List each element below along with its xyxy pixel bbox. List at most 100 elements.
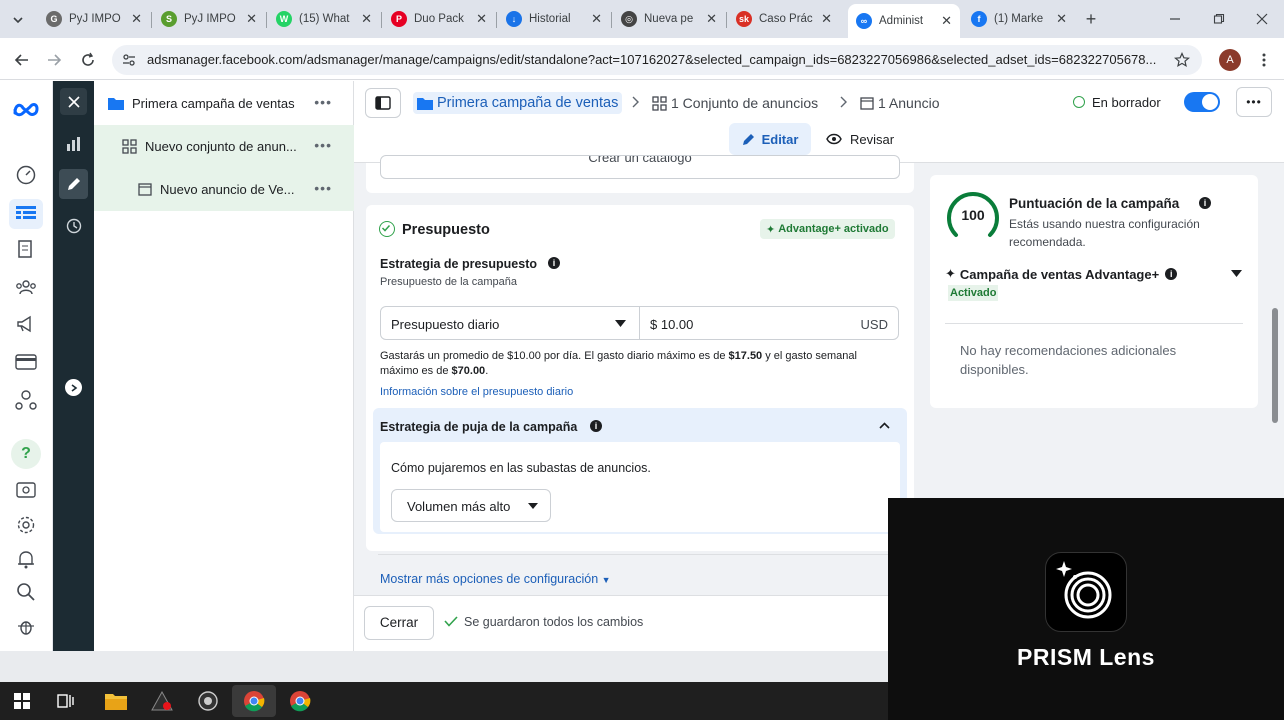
chrome-profile-taskbar-icon[interactable] <box>288 690 312 712</box>
report-bug-icon[interactable] <box>15 615 37 637</box>
breadcrumb-ad-label: 1 Anuncio <box>878 95 940 111</box>
task-view-icon[interactable] <box>56 691 76 711</box>
help-icon[interactable]: ? <box>11 439 41 469</box>
create-catalog-button[interactable]: Crear un catálogo <box>380 155 900 179</box>
tree-item-adset[interactable]: Nuevo conjunto de anun... ••• <box>94 125 354 168</box>
profile-avatar[interactable]: A <box>1219 49 1241 71</box>
browser-tab[interactable]: ↓ Historial ✕ <box>498 6 610 32</box>
campaign-more-icon[interactable]: ••• <box>314 94 332 110</box>
budget-amount-input[interactable]: $ 10.00 USD <box>639 306 899 340</box>
daily-budget-info-link[interactable]: Información sobre el presupuesto diario <box>380 386 573 398</box>
review-button[interactable]: Revisar <box>826 127 894 151</box>
notifications-bell-icon[interactable] <box>15 548 37 570</box>
app-icon[interactable] <box>150 690 174 712</box>
tree-item-ad[interactable]: Nuevo anuncio de Ve... ••• <box>94 168 354 211</box>
scrollbar-thumb[interactable] <box>1272 308 1278 423</box>
tab-title: PyJ IMPO <box>184 13 236 25</box>
advantage-expand-icon[interactable] <box>1231 270 1242 277</box>
tab-separator <box>266 12 267 28</box>
new-tab-icon[interactable]: + <box>1081 9 1101 29</box>
catalog-card: Crear un catálogo <box>366 155 914 193</box>
divider <box>378 554 902 555</box>
ad-more-icon[interactable]: ••• <box>314 180 332 196</box>
bookmark-star-icon[interactable] <box>1172 50 1192 70</box>
breadcrumb-campaign[interactable]: Primera campaña de ventas <box>413 92 623 114</box>
browser-tab[interactable]: W (15) What ✕ <box>268 6 380 32</box>
browser-tab[interactable]: G PyJ IMPO ✕ <box>38 6 150 32</box>
breadcrumb-adset-label: 1 Conjunto de anuncios <box>671 95 819 111</box>
tab-close-icon[interactable]: ✕ <box>476 11 487 27</box>
url-text[interactable]: adsmanager.facebook.com/adsmanager/manag… <box>147 52 1157 67</box>
ads-library-icon[interactable] <box>15 479 37 501</box>
budget-type-select[interactable]: Presupuesto diario <box>380 306 640 340</box>
breadcrumb-ad[interactable]: 1 Anuncio <box>860 92 940 114</box>
history-clock-icon[interactable] <box>63 215 85 237</box>
tab-search-icon[interactable] <box>8 10 28 30</box>
windows-start-icon[interactable] <box>12 691 32 711</box>
billing-card-icon[interactable] <box>15 351 37 373</box>
more-options-link[interactable]: Mostrar más opciones de configuración ▼ <box>380 572 611 586</box>
audiences-icon[interactable] <box>15 276 37 298</box>
adset-more-icon[interactable]: ••• <box>314 137 332 153</box>
megaphone-icon[interactable] <box>15 313 37 335</box>
browser-menu-icon[interactable] <box>1256 50 1272 70</box>
charts-icon[interactable] <box>63 133 85 155</box>
campaigns-table-icon[interactable] <box>9 199 43 229</box>
restore-icon[interactable] <box>1209 9 1229 29</box>
info-icon[interactable]: i <box>548 257 560 269</box>
file-explorer-icon[interactable] <box>104 690 128 712</box>
header-more-icon[interactable]: ••• <box>1236 87 1272 117</box>
chrome-taskbar-icon[interactable] <box>232 685 276 717</box>
advantage-campaign-row[interactable]: ✦ Campaña de ventas Advantage+ i <box>945 266 1178 282</box>
tab-close-icon[interactable]: ✕ <box>821 11 832 27</box>
expand-arrow-icon[interactable] <box>65 379 82 396</box>
divider <box>945 323 1243 324</box>
browser-tab[interactable]: ∞ Administ ✕ <box>848 4 960 38</box>
tree-ad-label: Nuevo anuncio de Ve... <box>160 182 295 197</box>
performance-gauge-icon[interactable] <box>15 164 37 186</box>
advantage-info-icon[interactable]: i <box>1165 268 1178 280</box>
tab-close-icon[interactable]: ✕ <box>706 11 717 27</box>
tab-close-icon[interactable]: ✕ <box>1056 11 1067 27</box>
tab-close-icon[interactable]: ✕ <box>131 11 142 27</box>
prism-lens-overlay: PRISM Lens <box>888 498 1284 720</box>
bid-info-icon[interactable]: i <box>590 420 602 432</box>
close-window-icon[interactable] <box>1252 9 1272 29</box>
more-options-label: Mostrar más opciones de configuración <box>380 572 599 586</box>
browser-tab[interactable]: f (1) Marke ✕ <box>963 6 1075 32</box>
bid-strategy-select[interactable]: Volumen más alto <box>391 489 551 522</box>
tab-close-icon[interactable]: ✕ <box>941 13 952 29</box>
tab-close-icon[interactable]: ✕ <box>361 11 372 27</box>
reload-icon[interactable] <box>78 50 98 70</box>
back-icon[interactable] <box>12 50 32 70</box>
edit-pencil-icon[interactable] <box>59 169 88 199</box>
close-editor-icon[interactable] <box>60 88 87 115</box>
breadcrumb-adset[interactable]: 1 Conjunto de anuncios <box>652 92 818 114</box>
close-button[interactable]: Cerrar <box>364 606 434 640</box>
draft-status-text: En borrador <box>1092 95 1161 110</box>
tree-item-campaign[interactable]: Primera campaña de ventas ••• <box>94 82 354 125</box>
search-icon[interactable] <box>15 581 37 603</box>
minimize-icon[interactable] <box>1165 9 1185 29</box>
forward-icon[interactable] <box>44 50 64 70</box>
score-info-icon[interactable]: i <box>1199 197 1211 209</box>
edit-button[interactable]: Editar <box>729 123 811 155</box>
meta-logo-icon[interactable] <box>11 99 41 119</box>
business-tools-icon[interactable] <box>15 388 37 412</box>
browser-tab[interactable]: S PyJ IMPO ✕ <box>153 6 265 32</box>
documents-icon[interactable] <box>15 238 37 260</box>
browser-tab[interactable]: ◎ Nueva pe ✕ <box>613 6 725 32</box>
tab-close-icon[interactable]: ✕ <box>246 11 257 27</box>
site-info-icon[interactable] <box>120 51 138 69</box>
advantage-badge: ✦ Advantage+ activado <box>760 219 895 239</box>
browser-tab[interactable]: sk Caso Prác ✕ <box>728 6 840 32</box>
toggle-panel-icon[interactable] <box>365 88 401 118</box>
tab-close-icon[interactable]: ✕ <box>591 11 602 27</box>
obs-icon[interactable] <box>196 690 220 712</box>
browser-tab[interactable]: P Duo Pack ✕ <box>383 6 495 32</box>
campaign-on-off-toggle[interactable] <box>1184 92 1220 112</box>
settings-gear-icon[interactable] <box>15 514 37 536</box>
collapse-chevron-icon[interactable] <box>879 422 890 429</box>
edit-button-pencil-icon <box>742 134 754 145</box>
sparkle-icon: ✦ <box>766 223 776 236</box>
